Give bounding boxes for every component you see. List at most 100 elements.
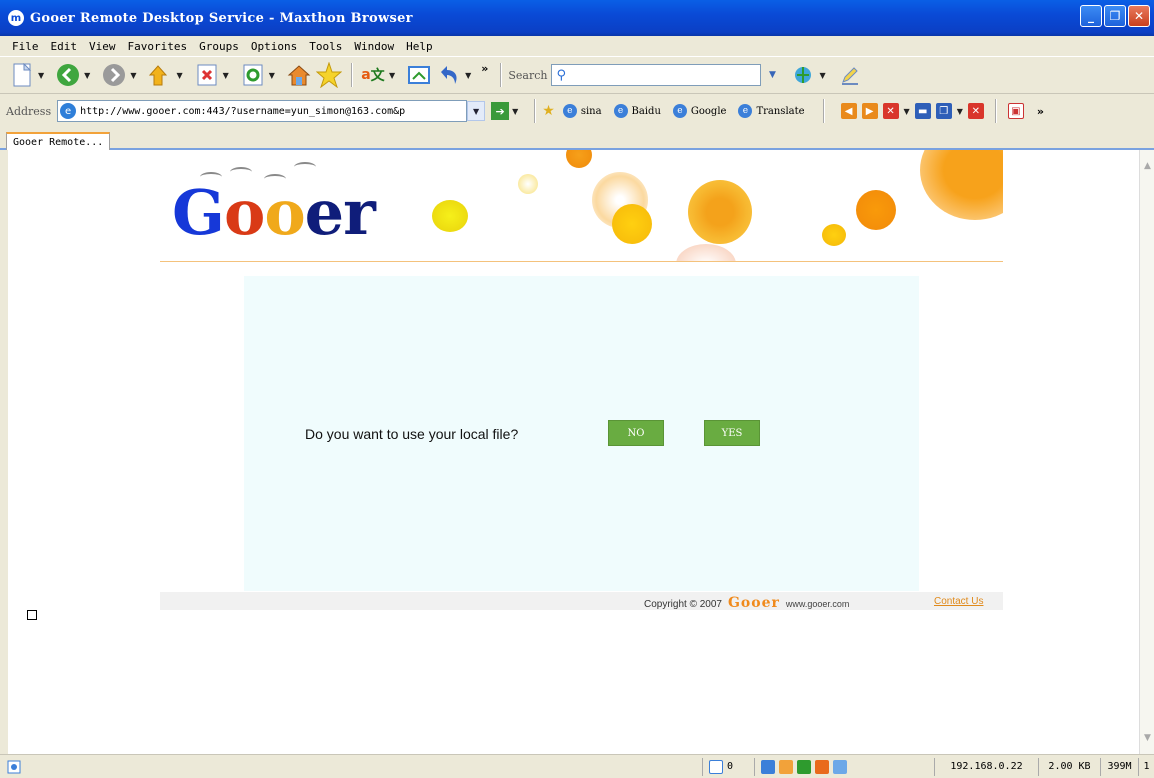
sun-decoration bbox=[518, 174, 538, 194]
window-icon[interactable] bbox=[405, 61, 433, 89]
translate-dropdown-icon[interactable]: ▼ bbox=[389, 71, 395, 80]
close-all-icon[interactable]: ✕ bbox=[967, 103, 984, 119]
refresh-dropdown-icon[interactable]: ▼ bbox=[269, 71, 275, 80]
copyright-text: Copyright © 2007 bbox=[644, 599, 722, 610]
favorite-translate[interactable]: e Translate bbox=[738, 104, 805, 118]
contact-us-link[interactable]: Contact Us bbox=[934, 596, 983, 607]
menu-window[interactable]: Window bbox=[354, 40, 394, 53]
sync-icon[interactable] bbox=[779, 759, 793, 774]
menu-view[interactable]: View bbox=[89, 40, 116, 53]
checkbox[interactable] bbox=[27, 610, 37, 620]
tab-bar: Gooer Remote... bbox=[0, 128, 1154, 150]
toolbar-overflow-icon[interactable]: » bbox=[481, 62, 488, 75]
ie-icon: e bbox=[672, 104, 687, 118]
menu-edit[interactable]: Edit bbox=[51, 40, 78, 53]
restore-dropdown-icon[interactable]: ▼ bbox=[957, 107, 963, 116]
skype-icon[interactable] bbox=[761, 759, 775, 774]
menu-bar: File Edit View Favorites Groups Options … bbox=[0, 36, 1154, 56]
refresh-icon[interactable] bbox=[239, 61, 267, 89]
up-dropdown-icon[interactable]: ▼ bbox=[176, 71, 182, 80]
close-button[interactable]: ✕ bbox=[1128, 5, 1150, 27]
address-overflow-icon[interactable]: » bbox=[1037, 105, 1044, 118]
next-tab-icon[interactable]: ▶ bbox=[861, 103, 878, 119]
address-input[interactable]: http://www.gooer.com:443/?username=yun_s… bbox=[80, 106, 450, 117]
search-label: Search bbox=[508, 68, 548, 82]
vertical-scrollbar[interactable]: ▲ ▼ bbox=[1139, 150, 1154, 754]
bird-icon bbox=[294, 162, 316, 172]
tab-gooer[interactable]: Gooer Remote... bbox=[6, 132, 111, 150]
title-bar[interactable]: m Gooer Remote Desktop Service - Maxthon… bbox=[0, 0, 1154, 36]
highlight-pen-icon[interactable] bbox=[836, 61, 864, 89]
address-bar[interactable]: e http://www.gooer.com:443/?username=yun… bbox=[57, 100, 468, 122]
search-engine-dropdown-icon[interactable]: ▼ bbox=[819, 71, 825, 80]
home-icon[interactable] bbox=[285, 61, 313, 89]
status-last: 1 bbox=[1138, 757, 1154, 776]
new-dropdown-icon[interactable]: ▼ bbox=[38, 71, 44, 80]
popup-blocker-icon bbox=[709, 759, 723, 774]
address-row: Address e http://www.gooer.com:443/?user… bbox=[0, 94, 1154, 128]
forward-icon[interactable] bbox=[100, 61, 128, 89]
address-dropdown-icon[interactable]: ▼ bbox=[467, 101, 486, 121]
sun-decoration bbox=[822, 224, 846, 246]
menu-favorites[interactable]: Favorites bbox=[128, 40, 188, 53]
undo-icon[interactable] bbox=[435, 61, 463, 89]
main-toolbar: ▼ ▼ ▼ ▼ ▼ ▼ a文 ▼ ▼ » Search ⚲ ▼ ▼ bbox=[0, 56, 1154, 94]
favorites-star-small-icon[interactable]: ★ bbox=[542, 103, 555, 119]
menu-file[interactable]: File bbox=[12, 40, 39, 53]
favorite-baidu[interactable]: e Baidu bbox=[613, 104, 661, 118]
search-dropdown-icon[interactable]: ▼ bbox=[765, 64, 779, 86]
up-icon[interactable] bbox=[146, 61, 174, 89]
restore-button[interactable]: ❐ bbox=[1104, 5, 1126, 27]
favorite-sina[interactable]: e sina bbox=[562, 104, 602, 118]
minimize-button[interactable]: _ bbox=[1080, 5, 1102, 27]
new-page-icon[interactable] bbox=[8, 61, 36, 89]
menu-help[interactable]: Help bbox=[406, 40, 433, 53]
banner-divider bbox=[160, 261, 1003, 262]
footer-logo: Gooer bbox=[727, 595, 780, 611]
favorites-star-icon[interactable] bbox=[315, 61, 343, 89]
green-tool-icon[interactable] bbox=[797, 759, 811, 774]
prev-tab-icon[interactable]: ◀ bbox=[840, 103, 857, 119]
menu-options[interactable]: Options bbox=[251, 40, 297, 53]
restore-tab-icon[interactable]: ❐ bbox=[935, 103, 952, 119]
address-label: Address bbox=[6, 104, 52, 118]
favorite-google[interactable]: e Google bbox=[672, 104, 726, 118]
local-file-dialog: Do you want to use your local file? NO Y… bbox=[244, 276, 919, 591]
tab-dropdown-icon[interactable]: ▼ bbox=[904, 107, 910, 116]
sun-decoration bbox=[612, 204, 652, 244]
go-icon[interactable]: ➔ bbox=[491, 102, 510, 120]
ie-icon: e bbox=[613, 104, 628, 118]
stop-icon[interactable] bbox=[193, 61, 221, 89]
stop-dropdown-icon[interactable]: ▼ bbox=[223, 71, 229, 80]
back-icon[interactable] bbox=[54, 61, 82, 89]
status-bar: 0 192.168.0.22 2.00 KB 399M 1 bbox=[0, 754, 1154, 778]
menu-tools[interactable]: Tools bbox=[309, 40, 342, 53]
ie-icon: e bbox=[562, 104, 577, 118]
close-tab-icon[interactable]: ✕ bbox=[882, 103, 899, 119]
status-tools bbox=[754, 757, 934, 776]
dialog-question: Do you want to use your local file? bbox=[305, 426, 519, 442]
screen-capture-icon[interactable] bbox=[833, 759, 847, 774]
yes-button[interactable]: YES bbox=[704, 420, 760, 446]
footer-site: www.gooer.com bbox=[785, 599, 850, 609]
undo-dropdown-icon[interactable]: ▼ bbox=[465, 71, 471, 80]
go-dropdown-icon[interactable]: ▼ bbox=[512, 107, 518, 116]
translate-icon[interactable]: a文 bbox=[359, 61, 387, 89]
page-status-icon bbox=[4, 758, 24, 776]
search-input[interactable]: ⚲ bbox=[551, 64, 762, 86]
menu-groups[interactable]: Groups bbox=[199, 40, 239, 53]
memory-usage: 399M bbox=[1100, 757, 1138, 776]
gooer-banner: Gooer bbox=[160, 150, 1003, 262]
no-button[interactable]: NO bbox=[608, 420, 664, 446]
page-size: 2.00 KB bbox=[1038, 757, 1100, 776]
flash-icon[interactable] bbox=[815, 759, 829, 774]
blocked-popups[interactable]: 0 bbox=[702, 757, 754, 776]
forward-dropdown-icon[interactable]: ▼ bbox=[130, 71, 136, 80]
scroll-up-icon[interactable]: ▲ bbox=[1140, 158, 1154, 174]
sun-decoration bbox=[432, 200, 468, 232]
back-dropdown-icon[interactable]: ▼ bbox=[84, 71, 90, 80]
scroll-down-icon[interactable]: ▼ bbox=[1140, 730, 1154, 746]
search-engine-icon[interactable] bbox=[789, 61, 817, 89]
shop-icon[interactable]: ▣ bbox=[1007, 103, 1024, 119]
minimize-tab-icon[interactable]: ▬ bbox=[914, 103, 931, 119]
